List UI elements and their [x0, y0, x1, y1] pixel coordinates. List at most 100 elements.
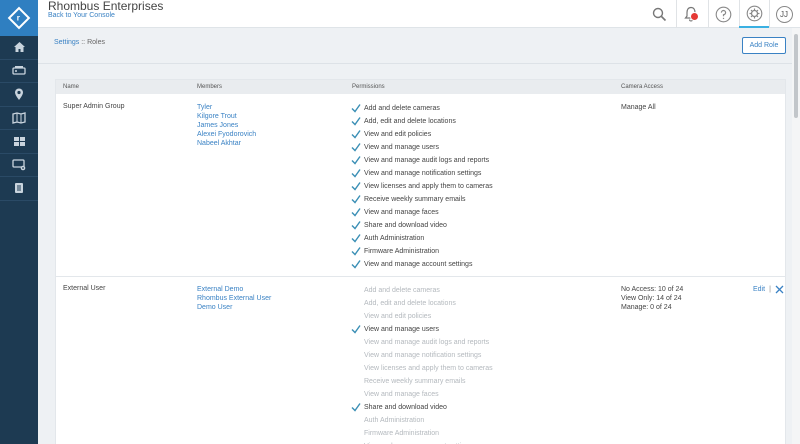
notification-badge: [690, 12, 699, 21]
member-link[interactable]: Demo User: [197, 303, 271, 312]
sidebar-item-map[interactable]: [0, 107, 38, 130]
column-header-permissions: Permissions: [352, 84, 385, 90]
delete-role-icon[interactable]: [775, 285, 784, 294]
permission-item: View and manage audit logs and reports: [352, 337, 493, 350]
member-link[interactable]: Rhombus External User: [197, 294, 271, 303]
checkmark-icon: [351, 169, 361, 178]
add-role-button[interactable]: Add Role: [742, 37, 786, 54]
permission-item: View licenses and apply them to cameras: [351, 181, 493, 194]
report-document-icon: [15, 183, 23, 194]
permission-item: Receive weekly summary emails: [351, 194, 493, 207]
device-settings-icon: [12, 159, 26, 171]
notifications-button[interactable]: [676, 0, 706, 28]
sidebar-item-locations[interactable]: [0, 83, 38, 107]
row-divider: [56, 276, 785, 277]
permission-item: Add and delete cameras: [352, 285, 493, 298]
permission-item: View and manage faces: [352, 389, 493, 402]
scrollbar-thumb[interactable]: [794, 34, 798, 118]
column-header-camera-access: Camera Access: [621, 84, 664, 90]
permission-label: Receive weekly summary emails: [364, 196, 466, 203]
permission-label: View and manage users: [364, 326, 439, 333]
member-link[interactable]: Nabeel Akhtar: [197, 139, 256, 148]
checkmark-icon: [351, 325, 361, 334]
checkmark-icon: [351, 247, 361, 256]
permission-item: Auth Administration: [352, 415, 493, 428]
permission-item: Add, edit and delete locations: [352, 298, 493, 311]
user-menu-button[interactable]: JJ: [769, 0, 799, 28]
permission-label: View and manage audit logs and reports: [364, 157, 490, 164]
help-icon: [715, 6, 731, 22]
breadcrumb-separator: ::: [79, 39, 88, 46]
sidebar-item-devices[interactable]: [0, 60, 38, 83]
sidebar-item-reports[interactable]: [0, 177, 38, 201]
permission-item: Add and delete cameras: [351, 103, 493, 116]
sidebar-item-device-settings[interactable]: [0, 154, 38, 177]
permission-label: Add and delete cameras: [364, 105, 440, 112]
permission-label: Auth Administration: [364, 235, 425, 242]
camera-access-value: View Only: 14 of 24: [621, 295, 682, 302]
permission-item: View and manage account settings: [351, 259, 493, 272]
permission-label: View licenses and apply them to cameras: [364, 183, 493, 190]
checkmark-icon: [351, 156, 361, 165]
permission-item: View and manage users: [351, 324, 493, 337]
member-link[interactable]: Kilgore Trout: [197, 112, 256, 121]
sidebar-item-video-wall[interactable]: [0, 130, 38, 154]
permission-label: View licenses and apply them to cameras: [364, 365, 493, 372]
members-list: Tyler Kilgore Trout James Jones Alexei F…: [197, 103, 256, 148]
checkmark-icon: [351, 143, 361, 152]
column-header-name: Name: [63, 84, 80, 90]
camera-access-value: Manage: 0 of 24: [621, 304, 672, 311]
permission-item: View licenses and apply them to cameras: [352, 363, 493, 376]
page-scrollbar[interactable]: [792, 28, 800, 444]
permission-label: View and manage users: [364, 144, 439, 151]
settings-button[interactable]: [739, 0, 769, 28]
back-to-console-link[interactable]: Back to Your Console: [48, 12, 115, 19]
search-button[interactable]: [644, 0, 674, 28]
permission-label: View and edit policies: [364, 313, 432, 320]
permission-label: View and manage audit logs and reports: [364, 339, 490, 346]
video-wall-icon: [13, 136, 25, 146]
permission-item: View and manage notification settings: [351, 168, 493, 181]
breadcrumb: Settings :: Roles: [54, 39, 105, 46]
logo-letter: r: [17, 13, 21, 23]
checkmark-icon: [351, 221, 361, 230]
map-icon: [12, 111, 26, 124]
header-divider: [38, 63, 792, 64]
gear-icon: [746, 5, 762, 21]
permissions-list: Add and delete cameras Add, edit and dele…: [351, 285, 493, 444]
home-icon: [13, 42, 25, 53]
permission-item: Receive weekly summary emails: [352, 376, 493, 389]
permission-item: View and edit policies: [352, 311, 493, 324]
permission-label: Add, edit and delete locations: [364, 118, 456, 125]
permission-label: View and manage notification settings: [364, 352, 482, 359]
sidebar: r: [0, 0, 38, 444]
permission-item: Add, edit and delete locations: [351, 116, 493, 129]
member-link[interactable]: James Jones: [197, 121, 256, 130]
member-link[interactable]: Alexei Fyodorovich: [197, 130, 256, 139]
search-icon: [652, 7, 666, 21]
checkmark-icon: [351, 208, 361, 217]
actions-separator: |: [769, 286, 771, 293]
sidebar-nav: [0, 36, 38, 201]
permission-item: Share and download video: [351, 402, 493, 415]
checkmark-icon: [351, 130, 361, 139]
rhombus-logo[interactable]: r: [0, 0, 38, 36]
permission-label: View and manage account settings: [364, 261, 473, 268]
help-button[interactable]: [708, 0, 738, 28]
permission-item: Auth Administration: [351, 233, 493, 246]
camera-access: Manage All: [621, 103, 656, 112]
permission-label: View and manage faces: [364, 209, 439, 216]
sidebar-item-home[interactable]: [0, 36, 38, 60]
top-bar: Rhombus Enterprises Back to Your Console…: [38, 0, 800, 28]
member-link[interactable]: Tyler: [197, 103, 256, 112]
permission-label: Firmware Administration: [364, 430, 440, 437]
edit-role-link[interactable]: Edit: [753, 286, 765, 293]
permission-item: View and manage faces: [351, 207, 493, 220]
permission-label: Share and download video: [364, 404, 447, 411]
permission-item: View and manage audit logs and reports: [351, 155, 493, 168]
member-link[interactable]: External Demo: [197, 285, 271, 294]
checkmark-icon: [351, 182, 361, 191]
permission-item: View and edit policies: [351, 129, 493, 142]
column-header-members: Members: [197, 84, 223, 90]
breadcrumb-settings-link[interactable]: Settings: [54, 39, 79, 46]
